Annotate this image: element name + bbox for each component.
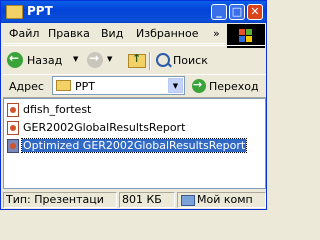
go-button-label[interactable]: Переход <box>209 80 259 93</box>
menu-favorites[interactable]: Избранное <box>136 27 198 40</box>
forward-arrow-icon[interactable] <box>87 51 103 68</box>
menu-file[interactable]: Файл <box>9 27 39 40</box>
status-location-label: Мой комп <box>197 193 253 206</box>
go-arrow-icon[interactable] <box>192 78 206 93</box>
window-title: PPT <box>27 4 53 18</box>
file-name: dfish_fortest <box>23 103 92 116</box>
back-dropdown-icon[interactable]: ▼ <box>73 55 78 63</box>
maximize-button[interactable]: □ <box>229 4 245 20</box>
close-button[interactable]: ✕ <box>247 4 263 20</box>
address-dropdown-icon[interactable]: ▼ <box>168 78 183 93</box>
windows-flag-icon <box>239 29 253 43</box>
file-list: dfish_fortest GER2002GlobalResultsReport… <box>3 98 266 189</box>
address-label: Адрес <box>9 80 44 93</box>
folder-up-icon[interactable] <box>128 52 146 68</box>
title-bar[interactable]: PPT _ □ ✕ <box>1 1 266 23</box>
folder-icon <box>6 5 23 19</box>
menu-bar: Файл Правка Вид Избранное » <box>3 24 226 44</box>
menu-edit[interactable]: Правка <box>48 27 90 40</box>
folder-icon <box>56 80 71 91</box>
address-bar: Адрес PPT ▼ Переход <box>3 74 266 98</box>
file-name: GER2002GlobalResultsReport <box>23 121 186 134</box>
toolbar: Назад ▼ ▼ Поиск <box>3 45 266 75</box>
search-button-label[interactable]: Поиск <box>173 54 208 67</box>
back-button-label[interactable]: Назад <box>27 54 62 67</box>
forward-dropdown-icon[interactable]: ▼ <box>107 55 112 63</box>
explorer-window: PPT _ □ ✕ Файл Правка Вид Избранное » На… <box>0 0 267 210</box>
status-type: Тип: Презентаци <box>3 192 117 208</box>
toolbar-separator <box>149 52 151 70</box>
address-input[interactable]: PPT ▼ <box>52 76 185 95</box>
file-name: Optimized GER2002GlobalResultsReport <box>20 138 248 153</box>
menu-view[interactable]: Вид <box>101 27 123 40</box>
powerpoint-file-icon <box>7 139 19 153</box>
powerpoint-file-icon <box>7 103 19 117</box>
minimize-button[interactable]: _ <box>211 4 227 20</box>
status-bar: Тип: Презентаци 801 КБ Мой комп <box>3 191 266 209</box>
address-value[interactable]: PPT <box>75 80 95 93</box>
powerpoint-file-icon <box>7 121 19 135</box>
status-location: Мой комп <box>177 192 266 208</box>
menu-more-chevron-icon[interactable]: » <box>213 27 220 40</box>
search-icon[interactable] <box>156 53 170 67</box>
status-size: 801 КБ <box>119 192 175 208</box>
my-computer-icon <box>181 195 195 206</box>
back-arrow-icon[interactable] <box>7 51 23 68</box>
